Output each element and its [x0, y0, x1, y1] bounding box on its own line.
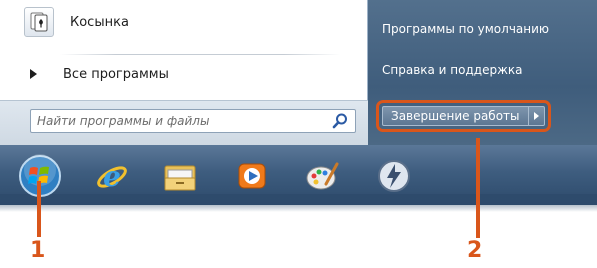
search-placeholder: Найти программы и файлы	[37, 114, 210, 128]
program-item-solitaire[interactable]: Косынка	[12, 4, 352, 40]
app-logo-icon[interactable]	[374, 156, 414, 196]
default-programs-link[interactable]: Программы по умолчанию	[382, 22, 549, 36]
paint-icon[interactable]	[302, 156, 342, 196]
internet-explorer-icon[interactable]: e	[92, 156, 132, 196]
separator	[60, 54, 340, 55]
media-player-icon[interactable]	[232, 156, 272, 196]
all-programs-label: Все программы	[63, 66, 169, 82]
shutdown-highlight: Завершение работы	[376, 100, 551, 132]
search-icon[interactable]	[331, 112, 349, 130]
callout-line-2	[476, 138, 480, 238]
callout-number-2: 2	[467, 238, 483, 263]
chevron-right-icon	[533, 112, 539, 120]
svg-text:e: e	[103, 160, 121, 193]
search-strip: Найти программы и файлы	[0, 100, 368, 145]
folder-icon[interactable]	[160, 156, 200, 196]
solitaire-icon	[24, 7, 54, 37]
shutdown-options-button[interactable]	[528, 106, 545, 126]
program-label: Косынка	[70, 14, 129, 30]
search-input[interactable]: Найти программы и файлы	[30, 109, 356, 133]
taskbar-fade	[0, 194, 597, 212]
chevron-right-icon	[30, 69, 37, 79]
help-support-link[interactable]: Справка и поддержка	[382, 63, 523, 77]
callout-number-1: 1	[30, 238, 46, 263]
shutdown-button[interactable]: Завершение работы	[382, 106, 529, 126]
callout-line-1	[37, 181, 41, 237]
all-programs-item[interactable]: Все программы	[30, 62, 169, 86]
